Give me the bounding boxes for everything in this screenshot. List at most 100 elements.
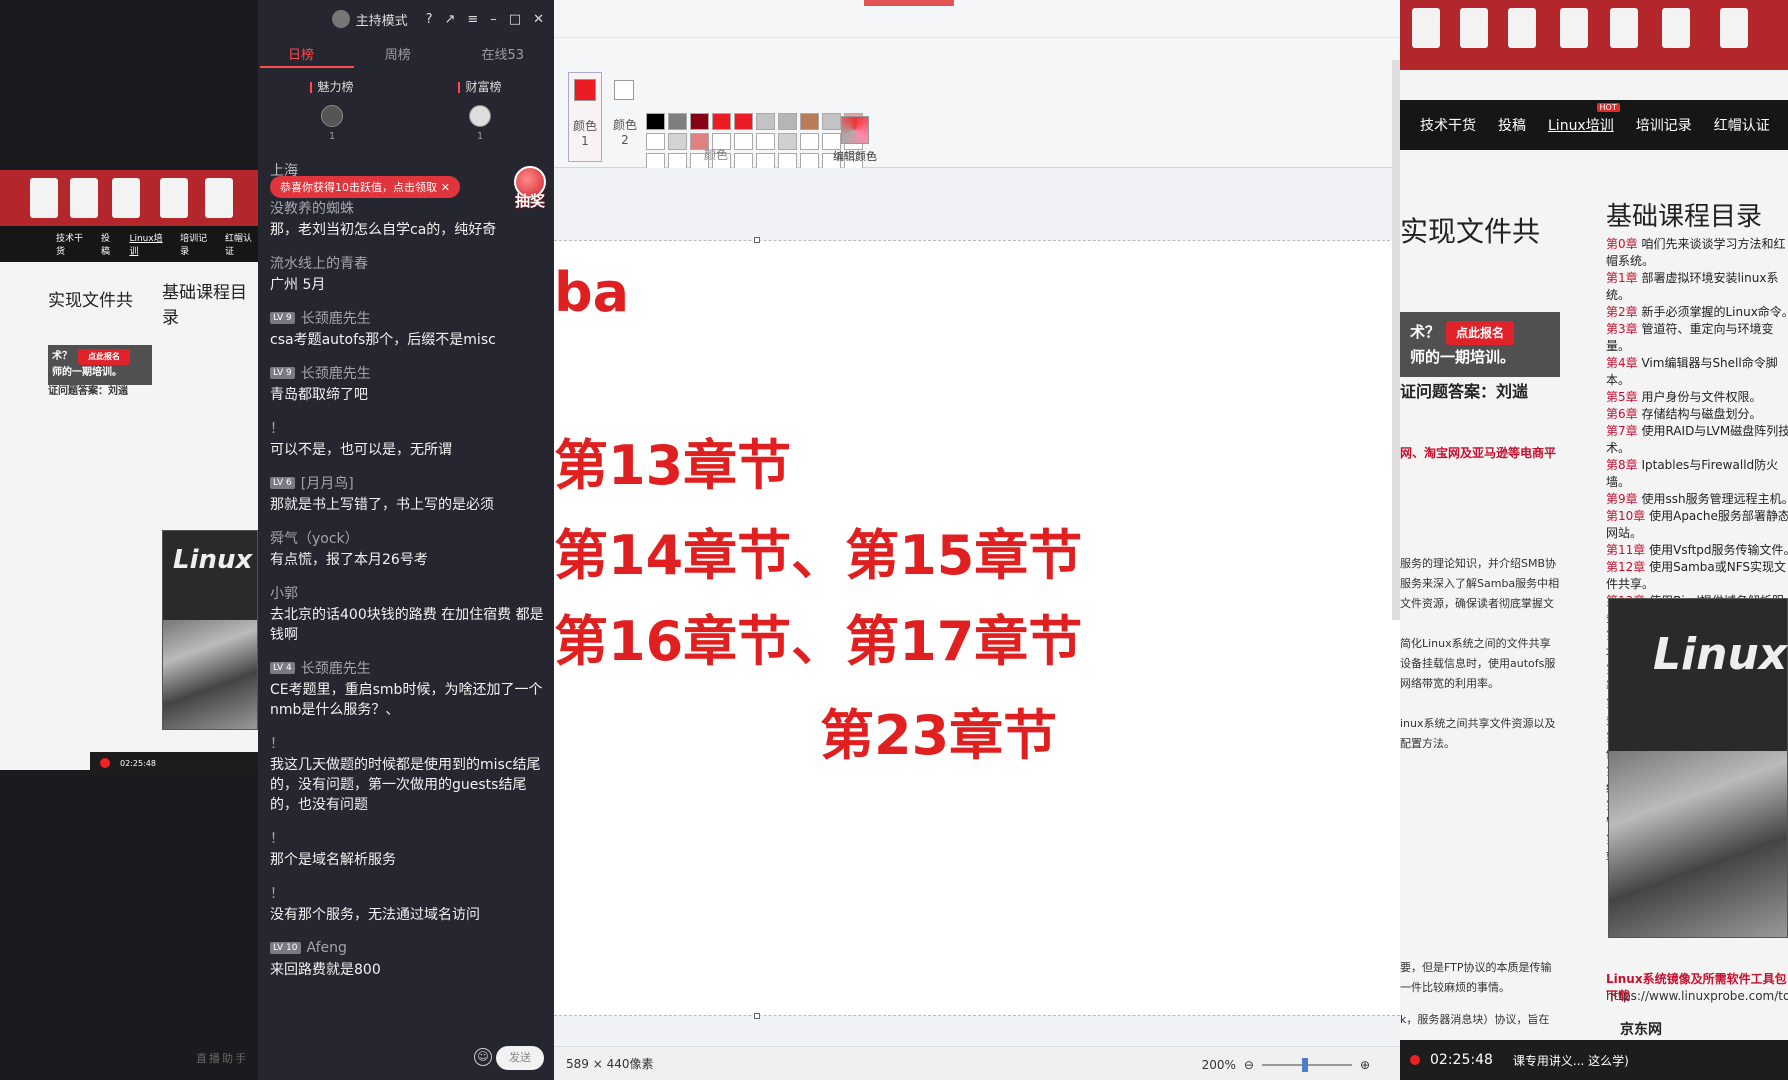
nav-item[interactable]: 投稿 — [1498, 115, 1526, 135]
toc-item[interactable]: 第0章 咱们先来谈谈学习方法和红帽系统。 — [1606, 236, 1788, 270]
drawing-canvas[interactable]: ba 第13章节 第14章节、第15章节 第16章节、第17章节 第23章节 — [554, 237, 1400, 1019]
palette-swatch[interactable] — [756, 133, 775, 150]
toc-item[interactable]: 第11章 使用Vsftpd服务传输文件。 — [1606, 542, 1788, 559]
close-icon[interactable]: ✕ — [533, 12, 544, 27]
zoom-out-icon[interactable]: ⊖ — [1244, 1058, 1254, 1072]
page-heading: 实现文件共 — [1400, 215, 1541, 248]
palette-swatch[interactable] — [756, 113, 775, 130]
help-icon[interactable]: ? — [426, 12, 433, 27]
popout-icon[interactable]: ↗ — [444, 12, 455, 27]
nav-item[interactable]: 红帽认证 — [225, 231, 258, 257]
tab-online[interactable]: 在线53 — [481, 44, 524, 63]
toc-item[interactable]: 第12章 使用Samba或NFS实现文件共享。 — [1606, 559, 1788, 593]
avatar[interactable] — [321, 105, 343, 127]
palette-swatch[interactable] — [778, 113, 797, 130]
zoom-in-icon[interactable]: ⊕ — [1360, 1058, 1370, 1072]
chat-message: LV 9 长颈鹿先生 青岛都取缔了吧 — [270, 366, 371, 403]
signup-button[interactable]: 点此报名 — [1446, 321, 1515, 345]
send-button[interactable]: 发送 — [496, 1046, 544, 1070]
scrollbar[interactable] — [1392, 60, 1400, 620]
palette-swatch[interactable] — [646, 113, 665, 130]
record-time: 02:25:48 — [120, 758, 156, 768]
article-body: 服务的理论知识，并介绍SMB协 服务来深入了解Samba服务中相 文件资源，确保读者… — [1400, 554, 1590, 754]
nav-item[interactable]: 红帽认证 — [1714, 115, 1770, 135]
download-url[interactable]: https://www.linuxprobe.com/tools — [1606, 986, 1788, 1006]
chat-tabs: 日榜 周榜 在线53 — [258, 38, 554, 68]
nav-item-linux[interactable]: Linux培训 HOT — [1548, 103, 1620, 135]
palette-swatch[interactable] — [734, 133, 753, 150]
nav-item[interactable]: 培训记录 — [1636, 115, 1692, 135]
zoom-slider[interactable] — [1261, 1058, 1352, 1072]
toc-item[interactable]: 第7章 使用RAID与LVM磁盘阵列技术。 — [1606, 423, 1788, 457]
host-mode[interactable]: 主持模式 — [331, 10, 408, 29]
ad-box[interactable]: 术？ 点此报名 师的一期培训。 — [48, 345, 152, 385]
nav-item[interactable]: 培训记录 — [180, 231, 213, 257]
zoom-control: 200% ⊖ ⊕ — [1202, 1058, 1370, 1072]
tab-weekly[interactable]: 周榜 — [385, 44, 411, 63]
menu-icon[interactable]: ≡ — [467, 12, 478, 27]
rank-tabs: 魅力榜 财富榜 — [258, 78, 554, 95]
nav-item[interactable]: 投稿 — [101, 231, 117, 257]
toc-item[interactable]: 第2章 新手必须掌握的Linux命令。 — [1606, 304, 1788, 321]
toc-item[interactable]: 第10章 使用Apache服务部署静态网站。 — [1606, 508, 1788, 542]
toc-item[interactable]: 第4章 Vim编辑器与Shell命令脚本。 — [1606, 355, 1788, 389]
footer-text: k，服务器消息块）协议，旨在 — [1400, 1013, 1550, 1026]
palette-swatch[interactable] — [712, 113, 731, 130]
level-badge: LV 9 — [270, 367, 295, 379]
article-line: 设备挂载信息时，使用autofs服 — [1400, 657, 1556, 670]
level-badge: LV 10 — [270, 942, 301, 954]
palette-swatch[interactable] — [668, 133, 687, 150]
paint-titlebar — [554, 0, 1400, 38]
rank-charm[interactable]: 魅力榜 — [310, 78, 353, 95]
paint-ribbon: 颜色 1 颜色 2 编辑颜色 颜色 — [554, 38, 1400, 170]
color2-button[interactable]: 颜色 2 — [608, 72, 642, 162]
site-banner — [0, 170, 258, 226]
toc-item[interactable]: 第5章 用户身份与文件权限。 — [1606, 389, 1788, 406]
palette-swatch[interactable] — [668, 113, 687, 130]
chat-message: ！ 没有那个服务，无法通过域名访问 — [270, 886, 480, 923]
record-icon — [1410, 1055, 1420, 1065]
toc-item[interactable]: 第1章 部署虚拟环境安装linux系统。 — [1606, 270, 1788, 304]
color1-button[interactable]: 颜色 1 — [568, 72, 602, 162]
maximize-icon[interactable]: □ — [509, 12, 521, 27]
article-line: 简化Linux系统之间的文件共享 — [1400, 637, 1551, 650]
ad-box[interactable]: 术？ 点此报名 师的一期培训。 — [1400, 312, 1560, 377]
palette-swatch[interactable] — [690, 113, 709, 130]
minimize-icon[interactable]: – — [490, 12, 497, 27]
nav-item[interactable]: 技术干货 — [56, 231, 89, 257]
screen: 技术干货 投稿 Linux培训 培训记录 红帽认证 实现文件共 基础课程目录 术… — [0, 0, 1788, 1080]
record-icon — [100, 758, 110, 768]
signup-button[interactable]: 点此报名 — [78, 349, 130, 365]
emoji-icon[interactable]: ☺ — [474, 1048, 492, 1066]
canvas-text: ba — [554, 261, 630, 324]
site-nav: 技术干货 投稿 Linux培训 HOT 培训记录 红帽认证 — [1400, 100, 1788, 150]
rank-wealth[interactable]: 财富榜 — [458, 78, 501, 95]
site-nav: 技术干货 投稿 Linux培训 培训记录 红帽认证 — [0, 226, 258, 262]
edit-colors-button[interactable]: 编辑颜色 — [832, 116, 878, 164]
nav-item-linux[interactable]: Linux培训 — [129, 231, 168, 257]
toc-item[interactable]: 第6章 存储结构与磁盘划分。 — [1606, 406, 1788, 423]
close-icon[interactable]: ✕ — [441, 181, 450, 194]
palette-swatch[interactable] — [646, 133, 665, 150]
shop-links[interactable]: 网、淘宝网及亚马逊等电商平 — [1400, 444, 1556, 461]
palette-swatch[interactable] — [800, 113, 819, 130]
toc-item[interactable]: 第8章 Iptables与Firewalld防火墙。 — [1606, 457, 1788, 491]
reward-notice[interactable]: 恭喜你获得10击跃值，点击领取 ✕ — [270, 176, 460, 198]
palette-swatch[interactable] — [800, 133, 819, 150]
answer-text: 证问题答案：刘遄 — [48, 386, 128, 397]
toc-item[interactable]: 第3章 管道符、重定向与环境变量。 — [1606, 321, 1788, 355]
toc-item[interactable]: 第9章 使用ssh服务管理远程主机。 — [1606, 491, 1788, 508]
color-palette — [646, 113, 863, 170]
chat-message: 没教养的蜘蛛 那，老刘当初怎么自学ca的，纯好奇 — [270, 201, 497, 238]
level-badge: LV 9 — [270, 312, 295, 324]
chat-message: ！ 那个是域名解析服务 — [270, 831, 396, 868]
nav-item[interactable]: 技术干货 — [1420, 115, 1476, 135]
chat-message: LV 10 Afeng 来回路费就是800 — [270, 940, 381, 978]
tab-daily[interactable]: 日榜 — [288, 44, 314, 63]
avatar[interactable] — [469, 105, 491, 127]
palette-swatch[interactable] — [734, 113, 753, 130]
taskbar-title[interactable]: 课专用讲义... 这么学) — [1513, 1052, 1629, 1069]
article-line — [1400, 694, 1590, 714]
palette-swatch[interactable] — [778, 133, 797, 150]
jd-label[interactable]: 京东网 — [1620, 1020, 1662, 1040]
